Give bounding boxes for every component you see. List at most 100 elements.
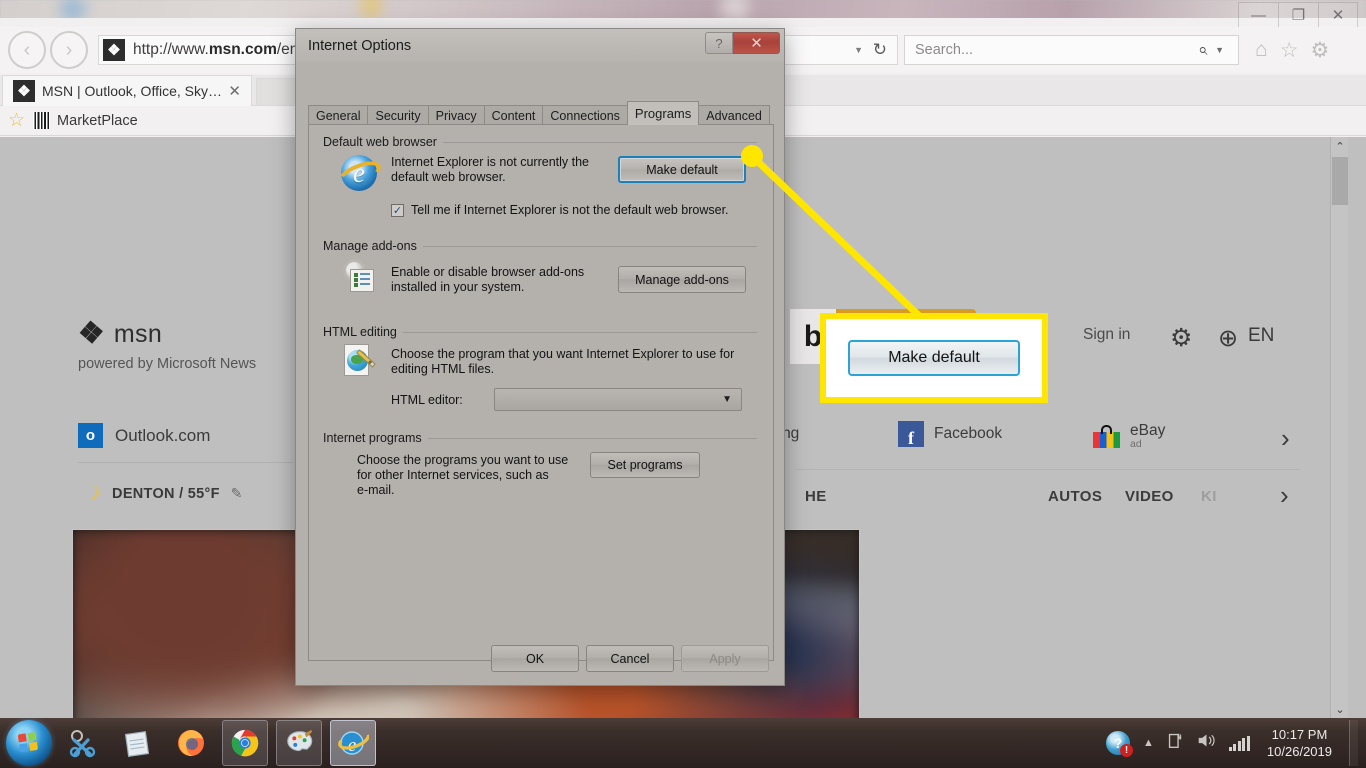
category-health[interactable]: HE xyxy=(805,488,827,505)
forward-button[interactable]: › xyxy=(50,31,88,69)
volume-icon[interactable] xyxy=(1197,732,1216,754)
html-line-1: Choose the program that you want Interne… xyxy=(391,347,734,361)
language-label[interactable]: EN xyxy=(1248,325,1274,347)
restore-button[interactable]: ❐ xyxy=(1278,2,1318,28)
msn-branding: ❖ msn powered by Microsoft News xyxy=(78,319,256,372)
gear-icon[interactable]: ⚙ xyxy=(1311,38,1330,63)
manage-addons-button[interactable]: Manage add-ons xyxy=(618,266,746,293)
back-button[interactable]: ‹ xyxy=(8,31,46,69)
close-button[interactable]: ✕ xyxy=(1318,2,1358,28)
show-hidden-icons-icon[interactable]: ▲ xyxy=(1143,737,1154,749)
dialog-footer: OK Cancel Apply xyxy=(296,637,786,687)
page-settings-gear-icon[interactable]: ⚙ xyxy=(1170,323,1192,353)
shortcut-next-chevron-icon[interactable]: › xyxy=(1281,423,1290,454)
tab-advanced[interactable]: Advanced xyxy=(698,105,770,125)
apply-button: Apply xyxy=(681,645,769,672)
html-editing-desc: Choose the program that you want Interne… xyxy=(391,347,751,377)
dialog-window-buttons: ? ✕ xyxy=(705,32,780,54)
scrollbar-thumb[interactable] xyxy=(1332,157,1348,205)
cancel-button[interactable]: Cancel xyxy=(586,645,674,672)
search-chevron-down-icon[interactable]: ▼ xyxy=(1215,45,1224,55)
category-autos[interactable]: AUTOS xyxy=(1048,488,1102,505)
battery-icon[interactable] xyxy=(1167,732,1184,754)
set-programs-button[interactable]: Set programs xyxy=(590,452,700,478)
scroll-down-icon[interactable]: ⌄ xyxy=(1331,700,1349,718)
notepad-icon[interactable] xyxy=(114,720,160,766)
html-editor-dropdown[interactable]: ▼ xyxy=(494,388,742,411)
dialog-body: General Security Privacy Content Connect… xyxy=(296,63,786,687)
alert-badge: ! xyxy=(1120,744,1133,757)
make-default-button[interactable]: Make default xyxy=(618,156,746,183)
home-icon[interactable]: ⌂ xyxy=(1255,38,1268,62)
search-icon[interactable]: ⌕ xyxy=(1198,40,1208,60)
tab-content[interactable]: Content xyxy=(484,105,544,125)
reload-icon[interactable]: ↻ xyxy=(873,40,887,60)
addons-line-2: installed in your system. xyxy=(391,280,524,294)
programs-tab-panel: Default web browser Internet Explorer is… xyxy=(308,124,774,661)
show-desktop-button[interactable] xyxy=(1349,720,1358,766)
html-editor-field-label: HTML editor: xyxy=(391,393,463,408)
snipping-tool-icon[interactable] xyxy=(60,720,106,766)
tab-msn[interactable]: ❖ MSN | Outlook, Office, Skyp... ✕ xyxy=(2,75,252,106)
chrome-icon[interactable] xyxy=(222,720,268,766)
tell-me-checkbox[interactable]: ✓ xyxy=(391,204,404,217)
default-browser-status: Internet Explorer is not currently the d… xyxy=(391,155,606,185)
tell-me-default-checkbox-row[interactable]: ✓ Tell me if Internet Explorer is not th… xyxy=(391,203,729,218)
shortcut-ebay[interactable]: eBay ad xyxy=(1093,422,1165,450)
ebay-icon xyxy=(1093,425,1120,448)
globe-icon[interactable]: ⊕ xyxy=(1218,324,1238,353)
address-bar-url: http://www.msn.com/en- xyxy=(133,41,304,59)
url-domain: msn.com xyxy=(209,41,277,58)
status-line-2: default web browser. xyxy=(391,170,506,184)
dialog-title-bar[interactable]: Internet Options ? ✕ xyxy=(296,29,784,63)
help-button[interactable]: ? xyxy=(705,32,733,54)
status-line-1: Internet Explorer is not currently the xyxy=(391,155,589,169)
page-scrollbar[interactable]: ⌃ ⌄ xyxy=(1330,137,1348,718)
scroll-up-icon[interactable]: ⌃ xyxy=(1331,137,1349,155)
tab-title: MSN | Outlook, Office, Skyp... xyxy=(42,83,224,99)
internet-explorer-icon xyxy=(341,155,377,191)
chevron-down-icon[interactable]: ▼ xyxy=(854,45,863,55)
group-label-manage-addons: Manage add-ons xyxy=(323,239,423,253)
callout-highlight-dot xyxy=(741,145,763,167)
tab-programs[interactable]: Programs xyxy=(627,101,699,125)
group-label-html-editing: HTML editing xyxy=(323,325,403,339)
tab-privacy[interactable]: Privacy xyxy=(428,105,485,125)
favorite-marketplace[interactable]: MarketPlace xyxy=(33,112,138,129)
category-kids[interactable]: KI xyxy=(1201,488,1217,505)
category-video[interactable]: VIDEO xyxy=(1125,488,1174,505)
sign-in-link[interactable]: Sign in xyxy=(1083,326,1130,344)
manage-addons-desc: Enable or disable browser add-ons instal… xyxy=(391,265,606,295)
new-tab-button[interactable] xyxy=(256,78,296,106)
html-editing-icon xyxy=(341,344,377,378)
taskbar-clock[interactable]: 10:17 PM 10/26/2019 xyxy=(1263,726,1332,760)
minimize-button[interactable]: — xyxy=(1238,2,1278,28)
start-button[interactable] xyxy=(6,720,52,766)
network-signal-icon[interactable] xyxy=(1229,736,1250,751)
search-box[interactable]: Search... ⌕ ▼ xyxy=(904,35,1239,65)
tab-security[interactable]: Security xyxy=(367,105,428,125)
firefox-icon[interactable] xyxy=(168,720,214,766)
internet-explorer-icon[interactable]: e xyxy=(330,720,376,766)
divider xyxy=(78,462,293,463)
shortcut-facebook[interactable]: f Facebook xyxy=(898,421,1002,447)
favorites-star-icon[interactable]: ☆ xyxy=(1280,38,1299,63)
tab-close-icon[interactable]: ✕ xyxy=(224,82,245,100)
ad-marker: ad xyxy=(1130,438,1165,450)
callout-zoom-box: Make default xyxy=(820,313,1048,403)
programs-line-3: e-mail. xyxy=(357,483,395,497)
tab-general[interactable]: General xyxy=(308,105,368,125)
tab-favicon: ❖ xyxy=(13,80,35,102)
clock-time: 10:17 PM xyxy=(1267,726,1332,743)
help-icon[interactable]: ? ! xyxy=(1106,731,1130,755)
favorite-label: MarketPlace xyxy=(57,113,138,129)
add-favorite-star-icon[interactable]: ☆ xyxy=(8,109,25,132)
dialog-close-button[interactable]: ✕ xyxy=(733,32,780,54)
ok-button[interactable]: OK xyxy=(491,645,579,672)
windows-taskbar: e ? ! ▲ xyxy=(0,718,1366,768)
tab-connections[interactable]: Connections xyxy=(542,105,628,125)
addons-line-1: Enable or disable browser add-ons xyxy=(391,265,584,279)
category-next-chevron-icon[interactable]: › xyxy=(1280,480,1289,511)
shortcut-label: Facebook xyxy=(934,425,1002,443)
paint-icon[interactable] xyxy=(276,720,322,766)
